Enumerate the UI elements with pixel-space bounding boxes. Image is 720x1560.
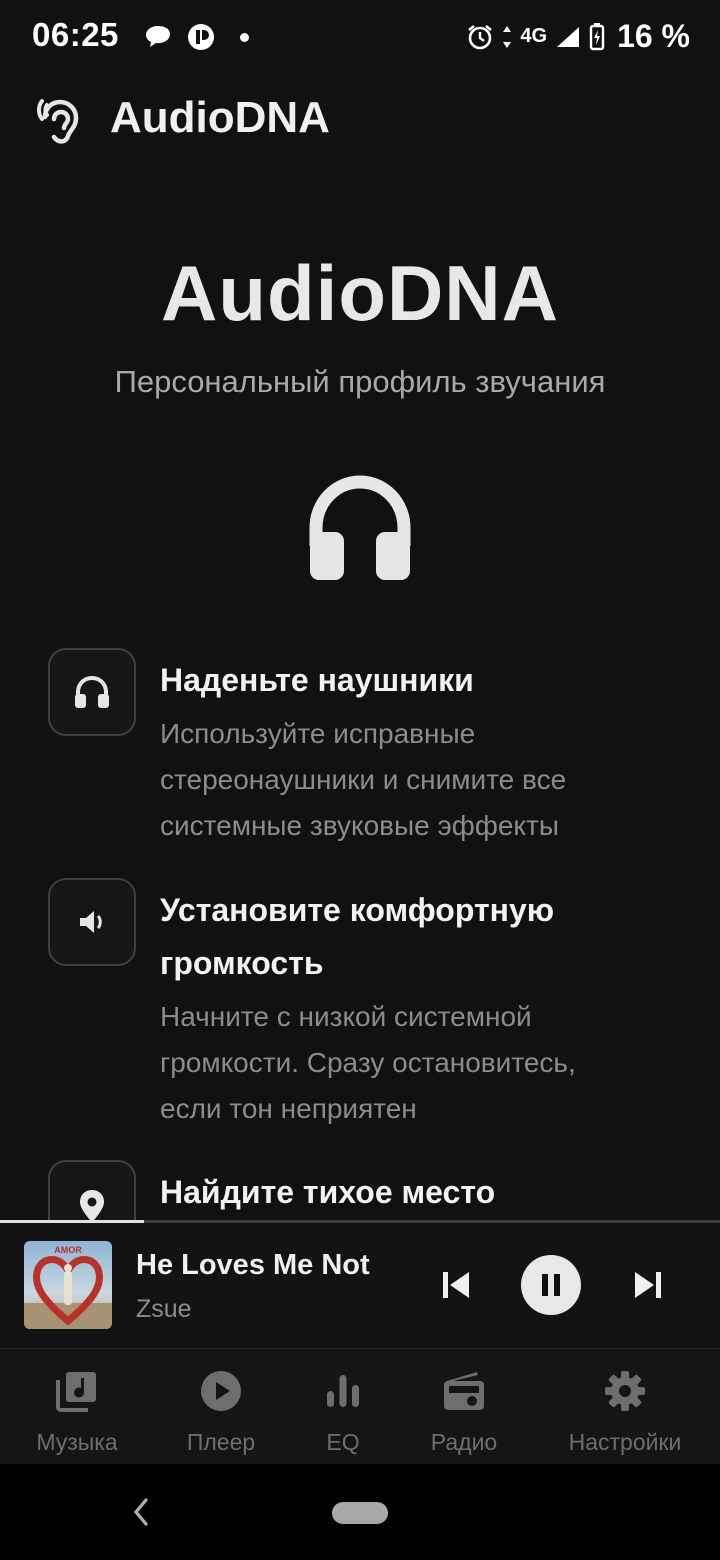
track-title[interactable]: He Loves Me Not bbox=[136, 1249, 370, 1282]
chat-bubble-icon bbox=[146, 26, 170, 47]
step-description-line: если тон неприятен bbox=[160, 1093, 417, 1124]
radio-icon bbox=[444, 1372, 484, 1410]
step-description: Используйте исправные стереонаушники и с… bbox=[160, 711, 680, 849]
step-icon-box bbox=[48, 878, 136, 966]
track-artist[interactable]: Zsue bbox=[136, 1295, 192, 1324]
location-pin-icon bbox=[80, 1190, 104, 1220]
play-circle-icon bbox=[201, 1371, 241, 1411]
alarm-icon bbox=[468, 24, 493, 49]
more-notifications-dot bbox=[240, 32, 249, 42]
app-bar-title: AudioDNA bbox=[110, 93, 330, 142]
system-back-icon[interactable] bbox=[128, 1494, 152, 1530]
next-track-button[interactable] bbox=[622, 1261, 674, 1309]
status-bar: 06:25 4G 16 % bbox=[0, 0, 720, 76]
volume-icon bbox=[80, 911, 102, 933]
nav-label: Музыка bbox=[36, 1429, 118, 1455]
play-pause-button[interactable] bbox=[521, 1255, 581, 1315]
pause-icon bbox=[542, 1274, 560, 1296]
step-description-line: Используйте исправные bbox=[160, 718, 476, 749]
equalizer-icon bbox=[327, 1375, 359, 1407]
step-volume: Установите комфортную громкость Начните … bbox=[48, 878, 688, 1138]
battery-charging-icon bbox=[589, 22, 605, 50]
step-title-line: Установите комфортную bbox=[160, 892, 555, 928]
nav-item-radio[interactable]: Радио bbox=[414, 1349, 514, 1465]
step-quiet-place: Найдите тихое место bbox=[48, 1160, 688, 1220]
system-navigation-bar bbox=[0, 1464, 720, 1560]
data-arrows-icon bbox=[503, 25, 512, 48]
step-title-line: громкость bbox=[160, 945, 324, 981]
previous-track-button[interactable] bbox=[430, 1261, 482, 1309]
album-art-image: AMOR bbox=[24, 1241, 112, 1329]
step-title: Найдите тихое место bbox=[160, 1174, 496, 1210]
hero-title: AudioDNA bbox=[161, 249, 559, 337]
step-description: Начните с низкой системной громкости. Ср… bbox=[160, 994, 680, 1132]
step-headphones: Наденьте наушники Используйте исправные … bbox=[48, 648, 688, 848]
skip-next-icon bbox=[635, 1272, 661, 1298]
nav-item-settings[interactable]: Настройки bbox=[550, 1349, 700, 1465]
step-description-line: Начните с низкой системной bbox=[160, 1001, 532, 1032]
mini-player[interactable]: AMOR He Loves Me Not Zsue bbox=[0, 1223, 720, 1347]
battery-percent: 16 % bbox=[617, 18, 690, 54]
signal-icon bbox=[557, 26, 580, 47]
step-description-line: стереонаушники и снимите все bbox=[160, 764, 567, 795]
album-art[interactable]: AMOR bbox=[24, 1241, 112, 1329]
music-library-icon bbox=[56, 1372, 96, 1412]
settings-gear-icon bbox=[605, 1371, 645, 1411]
hero-subtitle: Персональный профиль звучания bbox=[114, 364, 606, 399]
nav-label: Настройки bbox=[568, 1429, 682, 1455]
nav-item-player[interactable]: Плеер bbox=[164, 1349, 278, 1465]
status-notification-icons bbox=[144, 22, 249, 52]
headphones-icon bbox=[309, 475, 411, 580]
step-title: Наденьте наушники bbox=[160, 662, 474, 698]
headphones-icon bbox=[75, 675, 109, 708]
skip-previous-icon bbox=[443, 1272, 469, 1298]
step-icon-box bbox=[48, 648, 136, 736]
step-title: Установите комфортную громкость bbox=[160, 884, 680, 990]
step-description-line: громкости. Сразу остановитесь, bbox=[160, 1047, 576, 1078]
nav-label: Плеер bbox=[186, 1429, 256, 1455]
bottom-navigation: Музыка Плеер EQ Радио Настройки bbox=[0, 1348, 720, 1464]
status-system-icons: 4G 16 % bbox=[466, 18, 690, 55]
album-art-lettering: AMOR bbox=[54, 1245, 82, 1255]
network-type: 4G bbox=[520, 25, 548, 47]
status-time: 06:25 bbox=[32, 16, 119, 53]
ear-icon bbox=[37, 99, 79, 144]
nav-label: Радио bbox=[430, 1429, 498, 1455]
system-home-pill[interactable] bbox=[332, 1502, 388, 1524]
nav-label: EQ bbox=[326, 1429, 360, 1455]
app-bar: AudioDNA bbox=[36, 88, 330, 148]
step-description-line: системные звуковые эффекты bbox=[160, 810, 559, 841]
app-notification-icon bbox=[188, 24, 214, 50]
step-icon-box bbox=[48, 1160, 136, 1220]
nav-item-eq[interactable]: EQ bbox=[300, 1349, 386, 1465]
nav-item-music[interactable]: Музыка bbox=[20, 1349, 134, 1465]
